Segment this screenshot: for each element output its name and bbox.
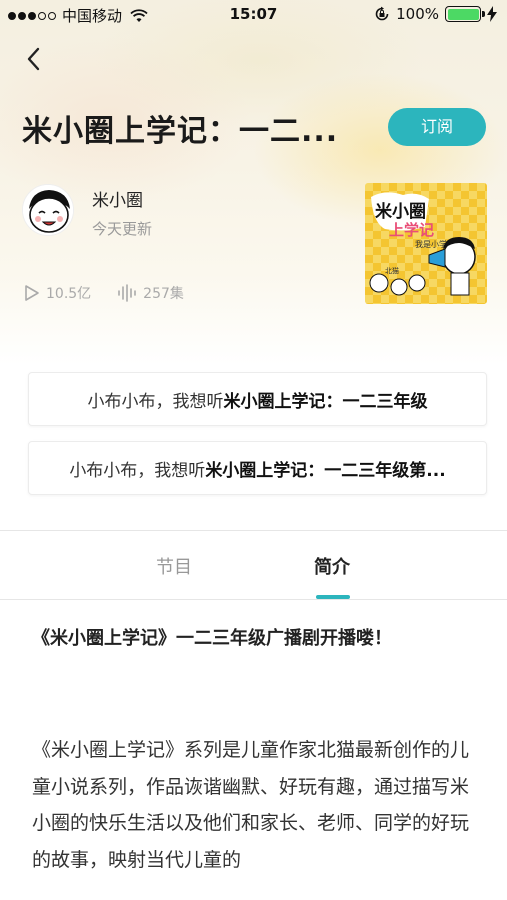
svg-text:米小圈: 米小圈: [375, 201, 426, 222]
update-status: 今天更新: [92, 220, 153, 238]
voice-prefix: 小布小布，我想听: [87, 391, 224, 412]
tab-programs[interactable]: 节目: [156, 553, 192, 579]
tab-bar: 节目 简介: [0, 531, 507, 599]
episode-count-value: 257集: [143, 286, 184, 302]
tab-intro[interactable]: 简介: [314, 553, 350, 579]
author-name[interactable]: 米小圈: [92, 186, 143, 211]
voice-title: 米小圈上学记：一二三年级第...: [205, 460, 446, 481]
tabs-divider: [0, 599, 507, 600]
play-icon: [25, 285, 39, 301]
voice-title: 米小圈上学记：一二三年级: [223, 391, 428, 412]
svg-text:北猫: 北猫: [385, 266, 399, 275]
play-count-value: 10.5亿: [46, 286, 92, 302]
status-right: 100%: [374, 5, 497, 23]
album-title: 米小圈上学记：一二...: [22, 114, 339, 149]
cover-illustration: 米小圈 上学记 我是小学生 北猫: [365, 183, 487, 304]
battery-percent: 100%: [396, 5, 439, 23]
status-bar: 中国移动 15:07 100%: [0, 0, 507, 30]
voice-suggestion-card[interactable]: 小布小布，我想听 米小圈上学记：一二三年级第...: [28, 441, 487, 495]
battery-icon: [445, 6, 485, 22]
album-cover-image[interactable]: 米小圈 上学记 我是小学生 北猫: [365, 183, 487, 304]
voice-prefix: 小布小布，我想听: [69, 460, 206, 481]
album-stats: 10.5亿 257集: [24, 283, 210, 303]
voice-suggestion-card[interactable]: 小布小布，我想听 米小圈上学记：一二三年级: [28, 372, 487, 426]
subscribe-button[interactable]: 订阅: [388, 108, 486, 146]
rotation-lock-icon: [375, 6, 389, 21]
episode-count: 257集: [117, 283, 184, 303]
back-arrow-icon[interactable]: [20, 42, 50, 76]
author-avatar[interactable]: [22, 184, 74, 236]
soundwave-icon: [118, 284, 136, 302]
charging-bolt-icon: [487, 6, 497, 22]
svg-text:上学记: 上学记: [389, 221, 434, 239]
avatar-cartoon-icon: [23, 185, 73, 235]
play-count: 10.5亿: [24, 283, 91, 303]
description-headline: 《米小圈上学记》一二三年级广播剧开播喽！: [32, 628, 392, 649]
description-body: 《米小圈上学记》系列是儿童作家北猫最新创作的儿童小说系列，作品诙谐幽默、好玩有趣…: [32, 739, 470, 871]
